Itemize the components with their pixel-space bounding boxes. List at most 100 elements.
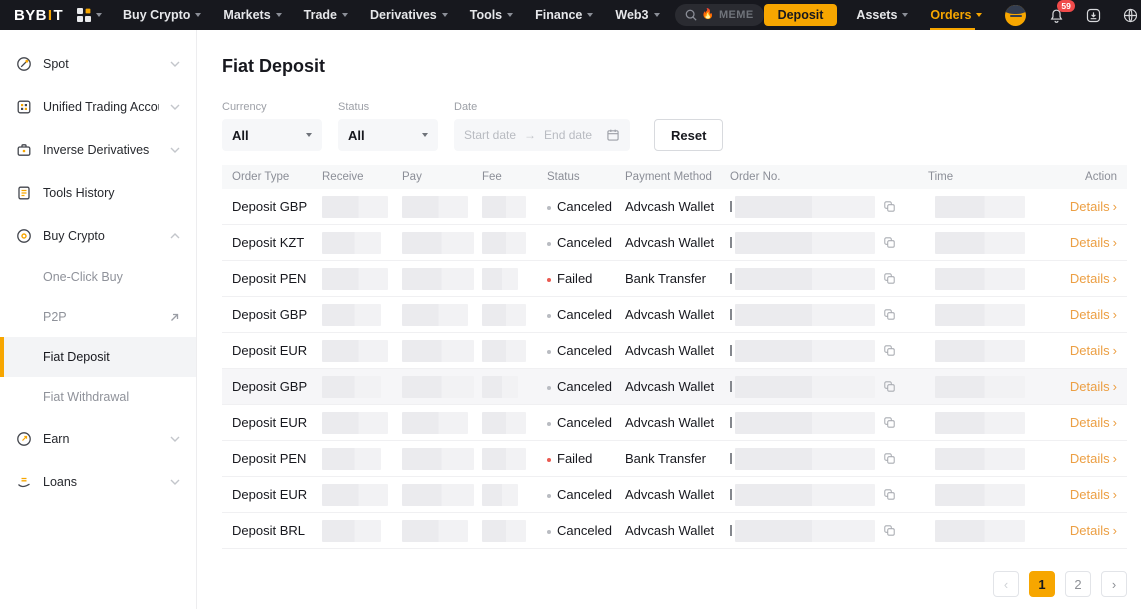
fee-cell	[482, 376, 547, 398]
redacted-time-value	[935, 196, 1025, 218]
notification-bell-icon[interactable]: 59	[1048, 7, 1065, 24]
redacted-fee-value	[482, 520, 526, 542]
bybit-logo[interactable]: BYBIT	[14, 7, 63, 24]
chevron-down-icon	[195, 13, 201, 17]
details-link[interactable]: Details›	[1060, 307, 1127, 322]
status-select[interactable]: All	[338, 119, 438, 151]
nav-web3[interactable]: Web3	[604, 0, 670, 30]
table-row: Deposit GBP Canceled Advcash Wallet Deta…	[222, 189, 1127, 225]
reset-button[interactable]: Reset	[654, 119, 723, 151]
copy-icon[interactable]	[883, 200, 896, 213]
redacted-receive-value	[322, 520, 381, 542]
status-dot	[547, 386, 551, 390]
status-cell: Canceled	[547, 379, 625, 394]
copy-icon[interactable]	[883, 272, 896, 285]
sidebar-item-earn[interactable]: Earn	[0, 417, 196, 460]
details-link[interactable]: Details›	[1060, 235, 1127, 250]
details-link[interactable]: Details›	[1060, 451, 1127, 466]
spot-icon	[16, 56, 32, 72]
copy-icon[interactable]	[883, 488, 896, 501]
status-dot	[547, 530, 551, 534]
status-dot	[547, 350, 551, 354]
nav-tools[interactable]: Tools	[459, 0, 524, 30]
copy-icon[interactable]	[883, 308, 896, 321]
details-link[interactable]: Details›	[1060, 271, 1127, 286]
payment-method-cell: Advcash Wallet	[625, 199, 730, 214]
avatar[interactable]	[1005, 5, 1026, 26]
copy-icon[interactable]	[883, 416, 896, 429]
nav-markets[interactable]: Markets	[212, 0, 292, 30]
details-link[interactable]: Details›	[1060, 379, 1127, 394]
start-date-placeholder: Start date	[464, 128, 516, 142]
details-link[interactable]: Details›	[1060, 343, 1127, 358]
order-no-cell	[730, 268, 928, 290]
redacted-order-no-value	[735, 196, 875, 218]
sidebar-item-fiat-withdrawal[interactable]: Fiat Withdrawal	[0, 377, 196, 417]
sidebar-item-unified-trading-account[interactable]: Unified Trading Account	[0, 85, 196, 128]
details-link[interactable]: Details›	[1060, 199, 1127, 214]
redacted-receive-value	[322, 196, 388, 218]
sidebar-item-spot[interactable]: Spot	[0, 42, 196, 85]
details-link[interactable]: Details›	[1060, 415, 1127, 430]
nav-trade[interactable]: Trade	[293, 0, 359, 30]
filters-bar: Currency All Status All Date Start date …	[222, 101, 1127, 151]
chevron-right-icon: ›	[1113, 235, 1117, 250]
table-row: Deposit BRL Canceled Advcash Wallet Deta…	[222, 513, 1127, 549]
payment-method-cell: Bank Transfer	[625, 271, 730, 286]
sidebar-item-p2p[interactable]: P2P	[0, 297, 196, 337]
copy-icon[interactable]	[883, 236, 896, 249]
currency-select[interactable]: All	[222, 119, 322, 151]
external-link-icon	[169, 312, 180, 323]
pay-cell	[402, 520, 482, 542]
navbar-right: Deposit Assets Orders 59	[764, 0, 1140, 30]
copy-icon[interactable]	[883, 452, 896, 465]
redacted-time-value	[935, 268, 1025, 290]
time-cell	[928, 304, 1060, 326]
redacted-receive-value	[322, 412, 388, 434]
chevron-down-icon	[422, 133, 428, 137]
pagination-prev[interactable]: ‹	[993, 571, 1019, 597]
copy-icon[interactable]	[883, 380, 896, 393]
sidebar-item-inverse-derivatives[interactable]: Inverse Derivatives	[0, 128, 196, 171]
details-link[interactable]: Details›	[1060, 487, 1127, 502]
pagination-page-2[interactable]: 2	[1065, 571, 1091, 597]
redacted-fee-value	[482, 448, 526, 470]
nav-derivatives[interactable]: Derivatives	[359, 0, 459, 30]
deposit-button[interactable]: Deposit	[764, 4, 838, 26]
col-order-no: Order No.	[730, 171, 928, 183]
fee-cell	[482, 340, 547, 362]
sidebar-item-buy-crypto[interactable]: Buy Crypto	[0, 214, 196, 257]
sidebar-item-one-click-buy[interactable]: One-Click Buy	[0, 257, 196, 297]
notification-badge: 59	[1057, 0, 1074, 12]
sidebar-item-fiat-deposit[interactable]: Fiat Deposit	[0, 337, 196, 377]
redacted-fee-value	[482, 196, 526, 218]
chevron-down-icon	[170, 104, 180, 110]
nav-orders[interactable]: Orders	[919, 0, 993, 30]
nav-assets[interactable]: Assets	[845, 0, 919, 30]
apps-grid-icon[interactable]	[77, 8, 102, 22]
pagination-next[interactable]: ›	[1101, 571, 1127, 597]
globe-icon[interactable]	[1122, 7, 1139, 24]
details-link[interactable]: Details›	[1060, 523, 1127, 538]
redacted-fee-value	[482, 340, 526, 362]
sidebar-item-tools-history[interactable]: Tools History	[0, 171, 196, 214]
copy-icon[interactable]	[883, 524, 896, 537]
receive-cell	[322, 304, 402, 326]
pagination: ‹ 1 2 ›	[222, 571, 1127, 597]
sidebar-item-loans[interactable]: Loans	[0, 460, 196, 503]
redacted-time-value	[935, 412, 1025, 434]
col-fee: Fee	[482, 171, 547, 183]
nav-buy-crypto[interactable]: Buy Crypto	[112, 0, 212, 30]
payment-method-cell: Advcash Wallet	[625, 487, 730, 502]
pagination-page-1[interactable]: 1	[1029, 571, 1055, 597]
chevron-down-icon	[442, 13, 448, 17]
search-input[interactable]: 🔥 MEME	[675, 4, 764, 26]
copy-icon[interactable]	[883, 344, 896, 357]
col-order-type: Order Type	[222, 171, 322, 183]
receive-cell	[322, 232, 402, 254]
nav-finance[interactable]: Finance	[524, 0, 604, 30]
fee-cell	[482, 412, 547, 434]
date-range-input[interactable]: Start date → End date	[454, 119, 630, 151]
status-cell: Canceled	[547, 343, 625, 358]
download-icon[interactable]	[1085, 7, 1102, 24]
